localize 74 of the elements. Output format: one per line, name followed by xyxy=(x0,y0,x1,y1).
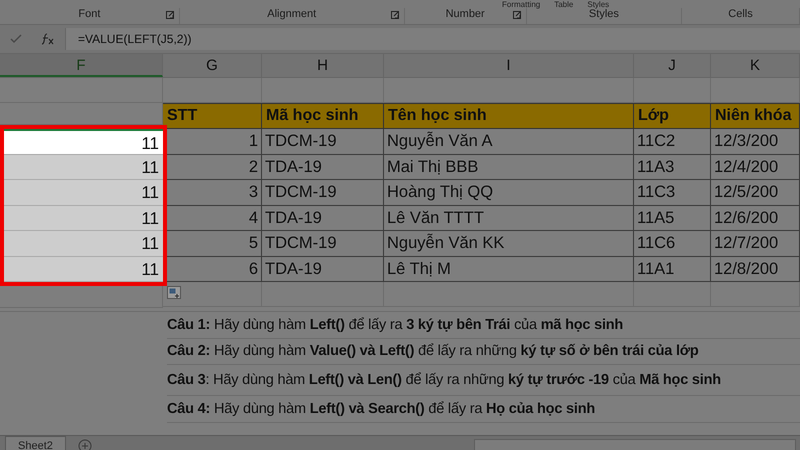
table-cell: 11C6 xyxy=(634,231,711,256)
table-cell: 6 xyxy=(163,256,262,282)
table-cell: 11A1 xyxy=(634,256,711,282)
table-cell: TDCM-19 xyxy=(262,231,384,256)
column-header[interactable]: G xyxy=(163,54,262,77)
table-cell[interactable]: 11 xyxy=(4,206,163,231)
empty-cell[interactable] xyxy=(634,282,711,307)
table-cell: Lê Thị M xyxy=(384,256,634,282)
table-cell: TDA-19 xyxy=(262,256,384,282)
table-cell: 12/7/200 xyxy=(711,231,800,256)
ribbon-label: Styles xyxy=(587,0,610,9)
table-cell: Lê Văn TTTT xyxy=(384,206,634,231)
dialog-launcher-icon[interactable] xyxy=(512,11,521,19)
table-cell: TDA-19 xyxy=(262,154,384,180)
checkmark-icon[interactable] xyxy=(10,34,22,44)
table-cell: 12/3/200 xyxy=(711,129,800,154)
table-cell: Hoàng Thị QQ xyxy=(384,180,634,206)
table-cell: 4 xyxy=(163,206,262,231)
question-text: Câu 4: Hãy dùng hàm Left() và Search() để lấy ra Họ của học sinh xyxy=(167,400,596,417)
table-cell: 3 xyxy=(163,180,262,206)
empty-cell[interactable] xyxy=(384,282,634,307)
ribbon-group-label: Alignment xyxy=(267,8,316,20)
formula-field[interactable]: =VALUE(LEFT(J5,2)) xyxy=(65,28,800,50)
table-cell: 12/5/200 xyxy=(711,180,800,206)
table-header-cell: Mã học sinh xyxy=(262,103,384,129)
table-header-cell: STT xyxy=(163,103,262,129)
question-text: Câu 3: Hãy dùng hàm Left() và Len() để lấy ra những ký tự trước -19 của Mã học sinh xyxy=(167,372,721,388)
column-header[interactable]: H xyxy=(262,54,384,77)
column-header[interactable]: K xyxy=(711,54,800,77)
empty-cell[interactable] xyxy=(262,282,384,307)
question-text: Câu 1: Hãy dùng hàm Left() để lấy ra 3 ký tự bên Trái của mã học sinh xyxy=(167,316,624,333)
table-cell: TDA-19 xyxy=(262,206,384,231)
table-cell: 11A5 xyxy=(634,206,711,231)
dialog-launcher-icon[interactable] xyxy=(166,11,174,19)
table-cell: 12/4/200 xyxy=(711,154,800,180)
paste-options-icon[interactable] xyxy=(167,286,181,299)
horizontal-scrollbar[interactable] xyxy=(474,438,796,450)
table-header-cell: Tên học sinh xyxy=(384,103,634,129)
table-cell: 12/6/200 xyxy=(711,206,800,231)
table-header-cell: Niên khóa xyxy=(711,103,800,129)
table-cell[interactable]: 11 xyxy=(4,154,163,180)
table-cell: 11C3 xyxy=(634,180,711,206)
ribbon-label: Table xyxy=(554,0,574,9)
table-cell: TDCM-19 xyxy=(262,180,384,206)
ribbon-group-label: Styles xyxy=(588,8,619,20)
column-header[interactable]: I xyxy=(384,54,634,77)
table-cell[interactable]: 11 xyxy=(4,256,163,282)
ribbon-label: Formatting xyxy=(502,0,540,9)
table-cell[interactable]: 11 xyxy=(4,129,163,154)
empty-cell[interactable] xyxy=(163,282,262,307)
ribbon-group-label: Font xyxy=(78,8,100,20)
table-cell: 5 xyxy=(163,231,262,256)
column-header[interactable]: J xyxy=(634,54,711,77)
table-cell[interactable]: 11 xyxy=(4,231,163,256)
function-icon[interactable] xyxy=(41,33,56,45)
add-sheet-icon[interactable] xyxy=(78,438,92,450)
table-cell: Mai Thị BBB xyxy=(384,154,634,180)
table-cell: 12/8/200 xyxy=(711,256,800,282)
table-cell: 11C2 xyxy=(634,129,711,154)
table-cell: Nguyễn Văn KK xyxy=(384,231,634,256)
table-cell: 1 xyxy=(163,129,262,154)
question-text: Câu 2: Hãy dùng hàm Value() và Left() để lấy ra những ký tự số ở bên trái của lớp xyxy=(167,343,699,360)
empty-cell[interactable] xyxy=(0,78,163,103)
ribbon-group-label: Cells xyxy=(728,8,753,20)
table-cell[interactable]: 11 xyxy=(4,180,163,206)
table-cell: Nguyễn Văn A xyxy=(384,129,634,154)
table-cell: 2 xyxy=(163,154,262,180)
dialog-launcher-icon[interactable] xyxy=(390,11,399,19)
empty-cell[interactable] xyxy=(711,282,800,307)
sheet-tab[interactable]: Sheet2 xyxy=(5,436,66,450)
table-header-cell: Lớp xyxy=(634,103,711,129)
table-cell: TDCM-19 xyxy=(262,129,384,154)
table-cell: 11A3 xyxy=(634,154,711,180)
ribbon-group-label: Number xyxy=(446,8,485,20)
